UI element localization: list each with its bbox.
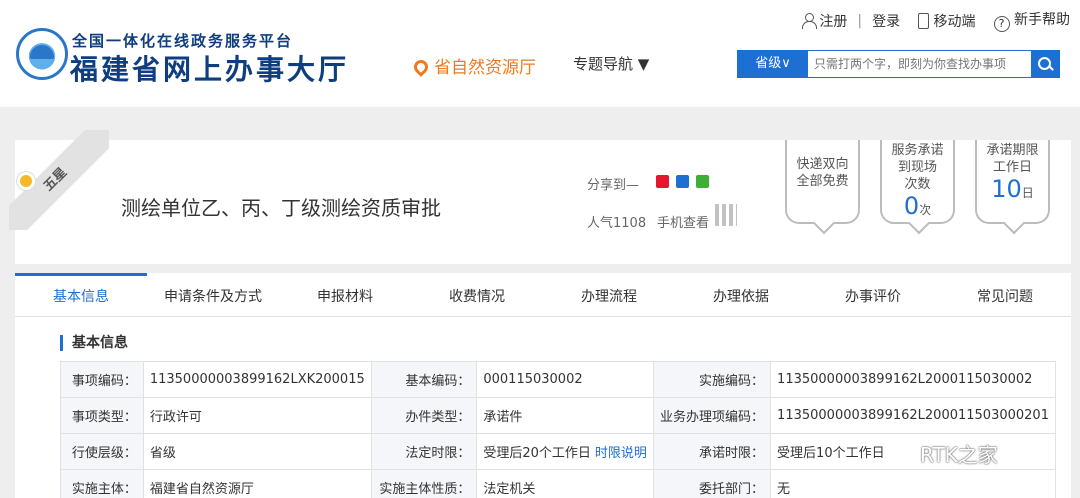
- watermark-text: RTK之家: [920, 443, 998, 467]
- user-icon: [801, 12, 817, 29]
- badge-line: 工作日: [992, 160, 1032, 175]
- tab-basis[interactable]: 办理依据: [675, 273, 807, 316]
- divider: |: [857, 12, 863, 29]
- table-row: 事项编码： 11350000003899162LXK200015 基本编码： 0…: [60, 361, 1056, 398]
- badge-line: 次数: [904, 177, 931, 192]
- field-label: 办件类型：: [370, 397, 478, 434]
- tab-materials[interactable]: 申报材料: [279, 273, 411, 316]
- mobile-label: 移动端: [933, 13, 976, 30]
- tab-faq[interactable]: 常见问题: [939, 273, 1071, 316]
- table-row: 事项类型： 行政许可 办件类型： 承诺件 业务办理项编码： 1135000000…: [60, 397, 1056, 434]
- field-label: 行使层级：: [60, 433, 144, 470]
- basic-info-panel: 基本信息 事项编码： 11350000003899162LXK200015 基本…: [15, 317, 1071, 498]
- detail-tabs: 基本信息 申请条件及方式 申报材料 收费情况 办理流程 办理依据 办事评价 常见…: [15, 273, 1071, 317]
- popularity-count: 人气1108: [587, 216, 647, 231]
- table-row: 实施主体： 福建省自然资源厅 实施主体性质： 法定机关 委托部门： 无: [60, 469, 1056, 498]
- field-value: 承诺件: [476, 397, 654, 434]
- deadline-value: 10: [991, 175, 1022, 203]
- field-value: 11350000003899162L2000115030002: [770, 361, 1056, 398]
- department-label: 省自然资源厅: [434, 58, 536, 78]
- field-label: 实施主体性质：: [370, 469, 478, 498]
- site-header: 全国一体化在线政务服务平台 福建省网上办事大厅 省自然资源厅 专题导航 ▼ 注册…: [0, 0, 1080, 107]
- field-value-with-link: 受理后20个工作日 时限说明: [476, 433, 654, 470]
- time-limit-link[interactable]: 时限说明: [595, 446, 647, 461]
- field-value: 受理后10个工作日: [770, 433, 1056, 470]
- renren-icon[interactable]: [676, 175, 689, 188]
- register-link[interactable]: 注册: [801, 11, 848, 31]
- section-title: 基本信息: [60, 335, 128, 351]
- visit-count-value: 0: [903, 192, 920, 220]
- login-link[interactable]: 登录: [872, 11, 900, 31]
- tab-process[interactable]: 办理流程: [543, 273, 675, 316]
- badge-line: 快递双向: [796, 157, 849, 172]
- badge-line: 服务承诺: [891, 143, 944, 158]
- basic-info-table: 事项编码： 11350000003899162LXK200015 基本编码： 0…: [60, 361, 1056, 498]
- top-user-bar: 注册 | 登录 移动端 ? 新手帮助: [801, 9, 1070, 32]
- search-scope-dropdown[interactable]: 省级∨: [738, 51, 808, 77]
- field-label: 业务办理项编码：: [652, 397, 772, 434]
- badge-line: 全部免费: [796, 174, 849, 189]
- mobile-view-label: 手机查看: [657, 216, 710, 231]
- badge-promise-deadline: 承诺期限 工作日 10日: [975, 140, 1050, 224]
- location-pin-icon: [411, 57, 431, 77]
- table-row: 行使层级： 省级 法定时限： 受理后20个工作日 时限说明 承诺时限： 受理后10…: [60, 433, 1056, 470]
- site-logo[interactable]: [16, 28, 68, 80]
- tab-evaluation[interactable]: 办事评价: [807, 273, 939, 316]
- field-label: 事项编码：: [60, 361, 144, 398]
- field-value: 受理后20个工作日: [483, 446, 591, 461]
- question-icon: ?: [993, 16, 1010, 32]
- field-label: 法定时限：: [370, 433, 478, 470]
- badge-visit-count: 服务承诺 到现场 次数 0次: [880, 140, 955, 224]
- service-title-panel: 五星 测绘单位乙、丙、丁级测绘资质审批 分享到— 人气1108 手机查看 快递双…: [9, 130, 1071, 264]
- visit-count-unit: 次: [919, 203, 932, 217]
- site-title[interactable]: 福建省网上办事大厅: [70, 48, 349, 88]
- share-label: 分享到—: [587, 178, 640, 193]
- rating-ribbon: 五星: [9, 130, 109, 230]
- mobile-link[interactable]: 移动端: [918, 11, 976, 31]
- field-value: 000115030002: [476, 361, 654, 398]
- field-label: 基本编码：: [370, 361, 478, 398]
- field-value: 福建省自然资源厅: [142, 469, 372, 498]
- field-value: 法定机关: [476, 469, 654, 498]
- badge-line: 承诺期限: [986, 143, 1039, 158]
- tab-conditions[interactable]: 申请条件及方式: [147, 273, 279, 316]
- field-value: 11350000003899162LXK200015: [142, 361, 372, 398]
- search-bar: 省级∨: [737, 50, 1060, 78]
- medal-icon: [17, 172, 35, 190]
- department-selector[interactable]: 省自然资源厅: [411, 53, 536, 78]
- qr-code-icon[interactable]: [715, 204, 737, 226]
- phone-icon: [918, 12, 930, 29]
- field-label: 委托部门：: [652, 469, 772, 498]
- search-input[interactable]: [808, 51, 1031, 77]
- deadline-unit: 日: [1021, 186, 1034, 200]
- search-button[interactable]: [1031, 51, 1059, 77]
- field-value: 无: [770, 469, 1056, 498]
- field-label: 实施编码：: [652, 361, 772, 398]
- tab-basic-info[interactable]: 基本信息: [15, 273, 147, 316]
- help-label: 新手帮助: [1014, 12, 1070, 28]
- topic-nav-menu[interactable]: 专题导航 ▼: [573, 53, 649, 74]
- wechat-icon[interactable]: [696, 175, 709, 188]
- badge-free-delivery: 快递双向 全部免费: [785, 140, 860, 224]
- field-value: 行政许可: [142, 397, 372, 434]
- tab-fees[interactable]: 收费情况: [411, 273, 543, 316]
- register-label: 注册: [819, 13, 848, 30]
- weibo-icon[interactable]: [656, 175, 669, 188]
- field-value: 省级: [142, 433, 372, 470]
- field-label: 实施主体：: [60, 469, 144, 498]
- badge-line: 到现场: [897, 160, 937, 175]
- field-label: 承诺时限：: [652, 433, 772, 470]
- service-title: 测绘单位乙、丙、丁级测绘资质审批: [121, 196, 441, 220]
- field-label: 事项类型：: [60, 397, 144, 434]
- help-link[interactable]: ? 新手帮助: [993, 9, 1070, 32]
- field-value: 11350000003899162L200011503000201: [770, 397, 1056, 434]
